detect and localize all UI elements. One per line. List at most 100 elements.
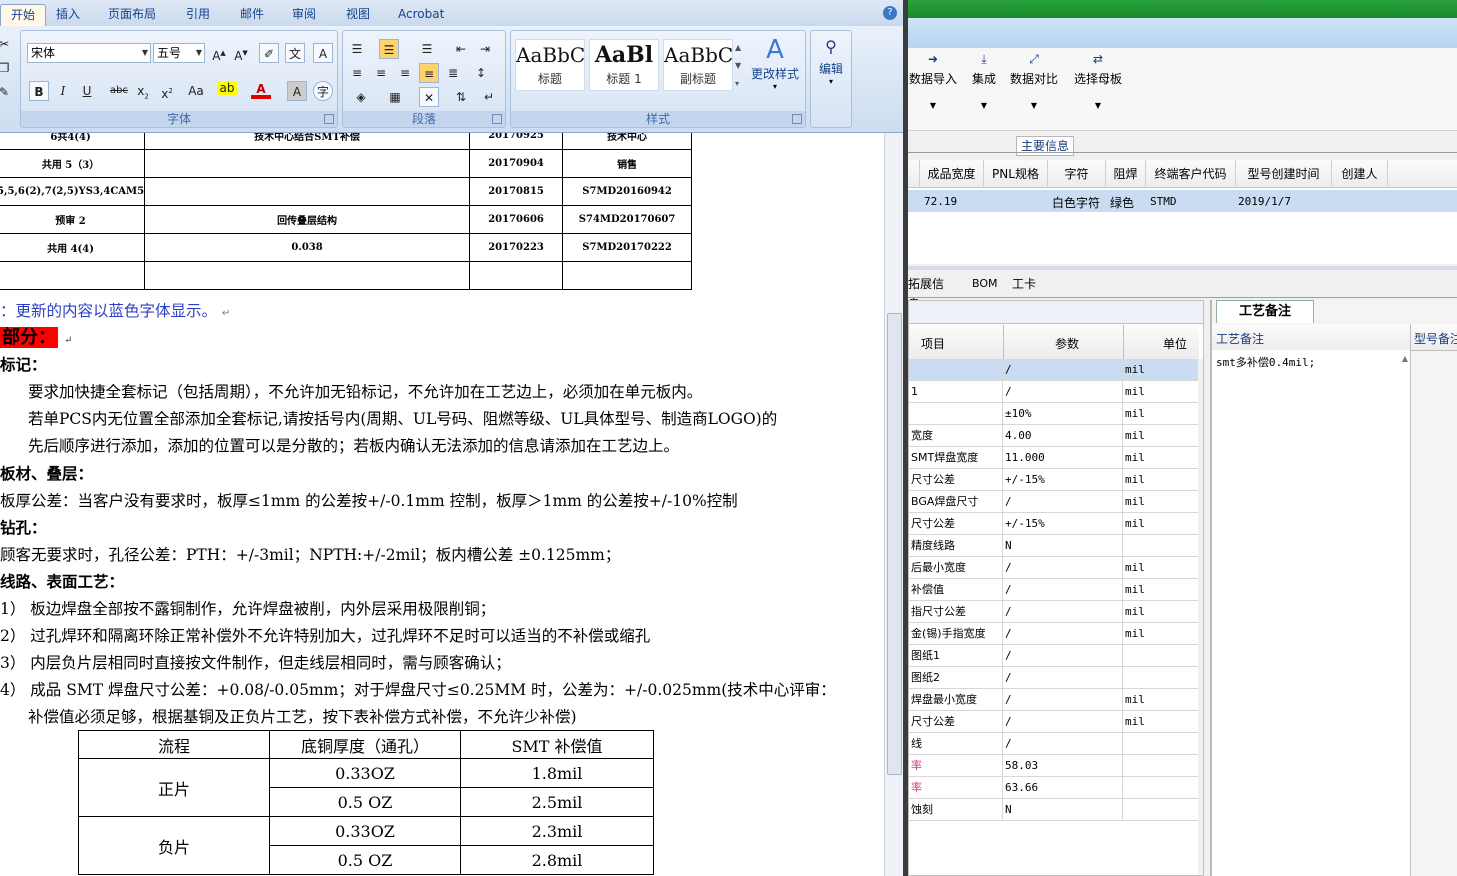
borders-icon[interactable]: ▦ — [385, 87, 405, 107]
param-value[interactable]: N — [1003, 799, 1123, 820]
param-row[interactable]: 线 / — [909, 733, 1199, 755]
param-value[interactable]: +/-15% — [1003, 513, 1123, 534]
grid-header[interactable]: 型号创建时间 — [1236, 160, 1332, 188]
sort-icon[interactable]: ⇅ — [451, 87, 471, 107]
param-row[interactable]: 补偿值 / mil — [909, 579, 1199, 601]
font-name-combo[interactable]: 宋体 ▼ — [27, 43, 151, 63]
tab-insert[interactable]: 插入 — [46, 4, 90, 26]
param-value[interactable]: / — [1003, 601, 1123, 622]
param-value[interactable]: 58.03 — [1003, 755, 1123, 776]
param-value[interactable]: / — [1003, 557, 1123, 578]
param-row[interactable]: 蚀刻 N — [909, 799, 1199, 821]
document-scrollbar[interactable] — [884, 133, 903, 876]
scrollbar-thumb[interactable] — [887, 313, 902, 775]
param-value[interactable]: / — [1003, 733, 1123, 754]
process-remark-field[interactable]: smt多补偿0.4mil; ▲ — [1212, 350, 1411, 876]
strikethrough-icon[interactable]: abc — [109, 81, 129, 101]
chinese-layout-icon[interactable]: ✕ — [419, 87, 439, 107]
numbering-icon[interactable]: ☰ — [379, 39, 399, 59]
param-row[interactable]: 焊盘最小宽度 / mil — [909, 689, 1199, 711]
decrease-indent-icon[interactable]: ⇤ — [451, 39, 471, 59]
change-styles-button[interactable]: A 更改样式 ▾ — [749, 35, 801, 91]
font-size-combo[interactable]: 五号 ▼ — [153, 43, 205, 63]
paragraph-dialog-launcher-icon[interactable] — [492, 114, 502, 124]
increase-indent-icon[interactable]: ⇥ — [475, 39, 495, 59]
distributed-icon[interactable]: ≣ — [443, 63, 463, 83]
line-spacing-icon[interactable]: ↕ — [471, 63, 491, 83]
align-center-icon[interactable]: ≡ — [371, 63, 391, 83]
grid-header[interactable]: 创建人 — [1332, 160, 1388, 188]
param-row[interactable]: 尺寸公差 / mil — [909, 711, 1199, 733]
param-value[interactable]: ±10% — [1003, 403, 1123, 424]
tab-references[interactable]: 引用 — [176, 4, 220, 26]
param-row[interactable]: 精度线路 N — [909, 535, 1199, 557]
justify-icon[interactable]: ≡ — [419, 63, 439, 83]
param-row[interactable]: 1/mil — [909, 381, 1199, 403]
change-case-icon[interactable]: Aa — [183, 81, 209, 101]
param-row[interactable]: / mil — [909, 359, 1199, 381]
param-value[interactable]: / — [1003, 623, 1123, 644]
tab-bom[interactable]: BOM — [972, 274, 998, 294]
splitter-handle[interactable] — [908, 266, 1457, 270]
param-scrollbar[interactable] — [1198, 359, 1203, 875]
param-row[interactable]: 宽度 4.00 mil — [909, 425, 1199, 447]
grid-header[interactable]: 成品宽度 — [920, 160, 984, 188]
grow-font-icon[interactable]: A▲ — [209, 43, 229, 63]
shading-icon[interactable]: ◈ — [351, 87, 371, 107]
tab-view[interactable]: 视图 — [336, 4, 380, 26]
param-value[interactable]: +/-15% — [1003, 469, 1123, 490]
font-dialog-launcher-icon[interactable] — [324, 114, 334, 124]
param-value[interactable]: / — [1003, 381, 1123, 402]
format-painter-icon[interactable]: ✎ — [0, 82, 14, 102]
param-row[interactable]: 图纸1/ — [909, 645, 1199, 667]
show-marks-icon[interactable]: ↵ — [479, 87, 499, 107]
param-row[interactable]: SMT焊盘宽度 11.000 mil — [909, 447, 1199, 469]
param-value[interactable]: / — [1003, 359, 1123, 380]
param-row[interactable]: 图纸2/ — [909, 667, 1199, 689]
grid-header[interactable]: PNL规格 — [984, 160, 1048, 188]
scroll-up-icon[interactable]: ▲ — [1402, 354, 1408, 363]
char-shading-icon[interactable]: A — [287, 81, 307, 101]
copy-icon[interactable]: ❐ — [0, 58, 14, 78]
italic-icon[interactable]: I — [53, 81, 73, 101]
param-row[interactable]: 率 58.03 — [909, 755, 1199, 777]
param-value[interactable]: 11.000 — [1003, 447, 1123, 468]
shrink-font-icon[interactable]: A▼ — [231, 43, 251, 63]
param-value[interactable]: / — [1003, 491, 1123, 512]
style-heading-1[interactable]: AaBl 标题 1 — [589, 39, 659, 91]
tab-extend-info[interactable]: 拓展信息 — [908, 274, 954, 311]
param-row[interactable]: 尺寸公差 +/-15% mil — [909, 513, 1199, 535]
tab-page-layout[interactable]: 页面布局 — [98, 4, 166, 26]
data-import-button[interactable]: ➜ 数据导入 ▼ — [908, 52, 958, 110]
integrate-button[interactable]: ⤓ 集成 ▼ — [964, 52, 1004, 110]
param-row[interactable]: 尺寸公差 +/-15% mil — [909, 469, 1199, 491]
bullets-icon[interactable]: ☰ — [347, 39, 367, 59]
tab-work-card[interactable]: 工卡 — [1012, 274, 1036, 294]
font-color-icon[interactable]: A — [251, 81, 271, 99]
param-value[interactable]: 63.66 — [1003, 777, 1123, 798]
tab-mailings[interactable]: 邮件 — [230, 4, 274, 26]
data-compare-button[interactable]: ⤢ 数据对比 ▼ — [1006, 52, 1062, 110]
align-left-icon[interactable]: ≡ — [347, 63, 367, 83]
style-gallery-scroll[interactable]: ▲ ▼ ▾ — [735, 39, 745, 95]
param-row[interactable]: 率 63.66 — [909, 777, 1199, 799]
clear-format-icon[interactable]: ✐ — [259, 43, 279, 63]
help-icon[interactable]: ? — [883, 6, 897, 20]
table-row[interactable]: 72.19 白色字符 绿色 STMD 2019/1/7 — [908, 190, 1457, 212]
grid-header[interactable]: 字符 — [1048, 160, 1106, 188]
style-title[interactable]: AaBbC 标题 — [515, 39, 585, 91]
param-value[interactable]: 4.00 — [1003, 425, 1123, 446]
tab-process-remark[interactable]: 工艺备注 — [1216, 300, 1314, 323]
param-value[interactable]: / — [1003, 711, 1123, 732]
bold-icon[interactable]: B — [29, 81, 49, 101]
subscript-icon[interactable]: x2 — [133, 81, 153, 101]
phonetic-guide-icon[interactable]: 文 — [285, 43, 305, 63]
style-subtitle[interactable]: AaBbC 副标题 — [663, 39, 733, 91]
highlight-icon[interactable]: ab — [217, 81, 237, 95]
param-value[interactable]: / — [1003, 689, 1123, 710]
styles-dialog-launcher-icon[interactable] — [792, 114, 802, 124]
cut-icon[interactable]: ✂ — [0, 34, 14, 54]
param-value[interactable]: N — [1003, 535, 1123, 556]
main-info-tab[interactable]: 主要信息 — [1016, 136, 1075, 156]
grid-header[interactable]: 终端客户代码 — [1146, 160, 1236, 188]
